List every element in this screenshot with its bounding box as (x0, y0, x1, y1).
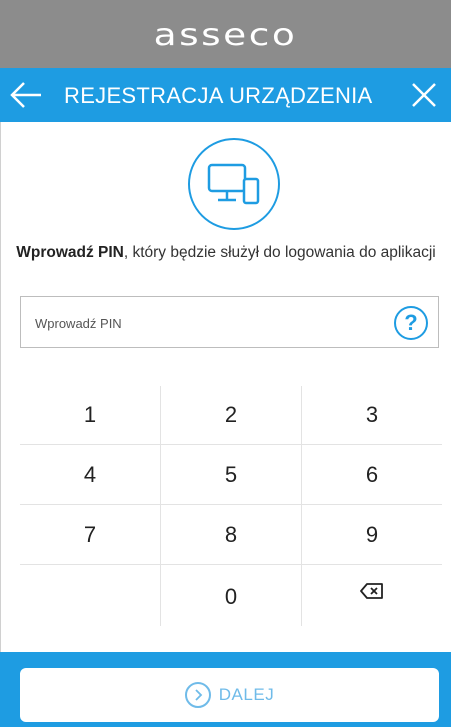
key-8[interactable]: 8 (161, 506, 301, 564)
help-icon[interactable]: ? (394, 306, 428, 340)
key-7[interactable]: 7 (20, 506, 160, 564)
nav-bar: REJESTRACJA URZĄDZENIA (0, 68, 451, 122)
close-icon[interactable] (407, 78, 441, 112)
key-4[interactable]: 4 (20, 446, 160, 504)
pin-instruction: Wprowadź PIN, który będzie służył do log… (14, 240, 438, 266)
instruction-bold: Wprowadź PIN (16, 244, 124, 261)
key-0[interactable]: 0 (161, 568, 301, 626)
key-9[interactable]: 9 (302, 506, 442, 564)
chevron-right-circle-icon (184, 682, 211, 708)
back-arrow-icon[interactable] (8, 78, 44, 112)
pin-field: ? (20, 296, 439, 348)
brand-bar: asseco (0, 0, 451, 68)
instruction-rest: , który będzie służył do logowania do ap… (123, 244, 436, 261)
key-3[interactable]: 3 (302, 386, 442, 444)
key-1[interactable]: 1 (20, 386, 160, 444)
key-2[interactable]: 2 (161, 386, 301, 444)
backspace-icon[interactable] (302, 562, 442, 620)
keypad-divider (20, 444, 442, 445)
footer-bar: DALEJ (0, 652, 451, 727)
desktop-and-phone-icon (207, 163, 260, 205)
numeric-keypad: 1 2 3 4 5 6 7 8 9 0 (20, 386, 442, 642)
device-registration-icon (188, 138, 280, 230)
key-5[interactable]: 5 (161, 446, 301, 504)
keypad-divider (20, 504, 442, 505)
next-button-label: DALEJ (218, 685, 275, 704)
asseco-logo: asseco (153, 17, 298, 53)
pin-input[interactable] (35, 312, 365, 334)
key-empty (20, 566, 160, 624)
key-6[interactable]: 6 (302, 446, 442, 504)
content-border (0, 122, 1, 652)
page-title: REJESTRACJA URZĄDZENIA (64, 83, 373, 108)
next-button[interactable]: DALEJ (20, 668, 439, 722)
